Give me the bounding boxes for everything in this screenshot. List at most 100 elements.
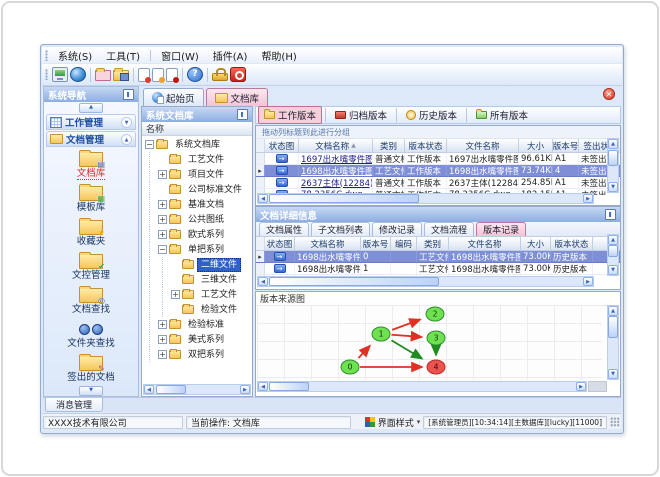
history-version-button[interactable]: 历史版本 [400,106,463,124]
expand-icon[interactable]: + [158,320,167,329]
upper-column-header-3[interactable]: 版本状态 [405,139,447,152]
tree-hscrollbar-back-arrow[interactable]: ◀ [144,385,154,394]
upper-vscrollbar-back-arrow[interactable]: ▲ [608,139,618,149]
tab-document-library[interactable]: 文档库 [205,88,269,106]
document-link[interactable]: 1697出水嘴零件图.dwg [301,153,372,165]
chevron-up-icon[interactable]: ▲ [121,133,132,145]
toolbar-grip[interactable] [45,69,48,80]
upper-column-header-0[interactable]: 状态图 [265,139,299,152]
tree-node-2[interactable]: + 项目文件 [142,167,252,182]
tree-hscrollbar[interactable]: ◀ ▶ [143,384,251,395]
sidebar-scroll-up[interactable]: ▲ [44,102,138,113]
sidebar-group-1[interactable]: 文档管理 ▲ [46,131,136,147]
detail-column-header-5[interactable]: 文件名称 [449,237,521,250]
close-icon[interactable]: ✕ [603,88,615,100]
upper-vscrollbar-thumb[interactable] [608,150,618,166]
detail-hscrollbar[interactable]: ◀ ▶ [257,276,594,287]
document-link[interactable]: 2637主体(12284).dwg [301,177,372,189]
sidebar-item-6[interactable]: ✎ 签出的文档 [44,354,138,385]
pin-icon[interactable] [605,209,616,220]
graph-hscrollbar-fwd-arrow[interactable]: ▶ [576,382,586,391]
detail-tab-2[interactable]: 修改记录 [372,222,423,236]
upper-hscrollbar-thumb[interactable] [269,194,419,203]
monitor-icon[interactable] [52,67,68,82]
sidebar-item-0[interactable]: ▤ 文档库 [44,150,138,184]
graph-hscrollbar-back-arrow[interactable]: ◀ [258,382,268,391]
menu-item-4[interactable]: 帮助(H) [254,47,303,64]
upper-table-row-1[interactable]: ▸→1698出水嘴零件图.dwg工艺文件工作版本1698出水嘴零件图.dwg73… [256,165,620,177]
upper-vscrollbar[interactable]: ▲ ▼ [607,138,619,193]
detail-tab-0[interactable]: 文档属性 [259,222,310,236]
tree-node-9[interactable]: 三维文件 [142,272,252,287]
detail-column-header-7[interactable]: 版本状态 [551,237,593,250]
detail-column-header-4[interactable]: 类别 [417,237,449,250]
doc-remove-icon[interactable] [166,67,179,83]
tree-node-3[interactable]: 公司标准文件 [142,182,252,197]
version-node-1[interactable]: 1 [371,326,391,342]
doc-edit-icon[interactable] [152,67,165,83]
lock-icon[interactable] [212,68,228,81]
menu-item-2[interactable]: 窗口(W) [154,47,206,64]
tree-column-header[interactable]: 名称 [142,122,252,136]
detail-vscrollbar-back-arrow[interactable]: ▲ [608,235,618,245]
tree-node-5[interactable]: + 公共图纸 [142,212,252,227]
detail-hscrollbar-fwd-arrow[interactable]: ▶ [583,277,593,286]
tree-node-14[interactable]: + 双把系列 [142,347,252,362]
pin-icon[interactable] [123,89,134,100]
detail-hscrollbar-back-arrow[interactable]: ◀ [258,277,268,286]
globe-icon[interactable] [70,67,86,82]
sidebar-group-0[interactable]: 工作管理 ▼ [46,114,136,130]
upper-hscrollbar[interactable]: ◀ ▶ [257,193,594,204]
graph-vscrollbar-back-arrow[interactable]: ▲ [608,306,618,316]
message-tab[interactable]: 消息管理 [45,398,104,412]
graph-vscrollbar-thumb[interactable] [608,316,618,338]
upper-hscrollbar-fwd-arrow[interactable]: ▶ [583,194,593,203]
sidebar-item-1[interactable]: ▦ 模板库 [44,184,138,218]
tree-node-11[interactable]: 检验文件 [142,302,252,317]
detail-vscrollbar[interactable]: ▲ ▼ [607,234,619,276]
detail-column-header-3[interactable]: 编码 [391,237,417,250]
detail-column-header-6[interactable]: 大小 [521,237,551,250]
upper-column-header-2[interactable]: 类别 [373,139,405,152]
detail-column-header-2[interactable]: 版本号 [361,237,391,250]
menu-item-1[interactable]: 工具(T) [99,47,147,64]
tree-node-8[interactable]: 二维文件 [142,257,252,272]
upper-table-row-2[interactable]: →2637主体(12284).dwg普通文档工作版本2637主体(12284).… [256,177,620,189]
detail-vscrollbar-thumb[interactable] [608,245,618,257]
sidebar-item-4[interactable]: ◎ 文档查找 [44,286,138,320]
folder-computer-icon[interactable] [113,68,129,81]
expand-icon[interactable]: + [171,290,180,299]
tab-start-page[interactable]: 起始页 [143,88,204,106]
power-icon[interactable] [230,67,246,82]
menu-item-3[interactable]: 插件(A) [206,47,255,64]
pin-icon[interactable] [237,109,248,120]
upper-column-header-4[interactable]: 文件名称 [447,139,519,152]
resize-grip[interactable] [610,417,620,427]
tree-node-12[interactable]: + 检验标准 [142,317,252,332]
tree-node-0[interactable]: − 系统文档库 [142,137,252,152]
menu-item-0[interactable]: 系统(S) [51,47,99,64]
tree-node-10[interactable]: + 工艺文件 [142,287,252,302]
work-version-button[interactable]: 工作版本 [258,106,323,124]
upper-column-header-1[interactable]: 文档名称 ▲ [299,139,373,152]
detail-table-row-0[interactable]: ▸→1698出水嘴零件图.dwg0工艺文件1698出水嘴零件图.dwg73.00… [256,251,620,263]
sidebar-item-2[interactable]: ★ 收藏夹 [44,218,138,252]
expand-icon[interactable]: + [158,200,167,209]
document-link[interactable]: 1698出水嘴零件图.dwg [301,165,372,177]
doc-add-icon[interactable] [138,67,151,83]
detail-column-header-0[interactable]: 状态图 [265,237,295,250]
version-node-0[interactable]: 0 [340,359,360,375]
graph-hscrollbar[interactable]: ◀ ▶ [257,381,587,392]
archive-version-button[interactable]: 归档版本 [329,106,393,124]
detail-vscrollbar-fwd-arrow[interactable]: ▼ [608,265,618,275]
expand-icon[interactable]: + [158,350,167,359]
sidebar-item-3[interactable]: ✔ 文控管理 [44,252,138,286]
detail-tab-4[interactable]: 版本记录 [476,222,527,236]
sidebar-item-5[interactable]: 文件夹查找 [44,320,138,354]
tree-node-1[interactable]: 工艺文件 [142,152,252,167]
expand-icon[interactable]: + [158,230,167,239]
upper-hscrollbar-back-arrow[interactable]: ◀ [258,194,268,203]
upper-column-header-6[interactable]: 版本号 [553,139,579,152]
detail-tab-3[interactable]: 文档流程 [424,222,475,236]
tree-node-7[interactable]: − 单把系列 [142,242,252,257]
